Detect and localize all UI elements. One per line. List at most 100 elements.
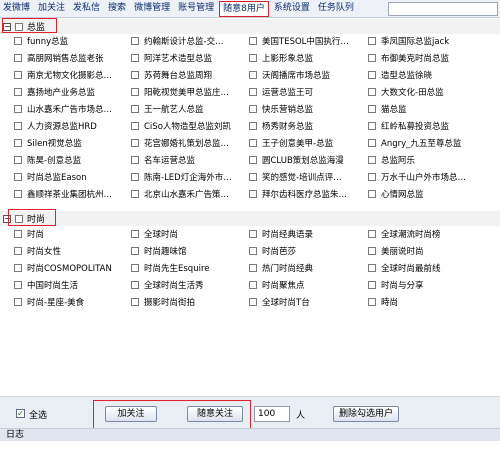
menu-task-queue[interactable]: 任务队列 — [315, 1, 357, 17]
list-item[interactable]: 人力资源总监HRD — [0, 117, 117, 134]
item-checkbox[interactable] — [131, 280, 139, 289]
menu-random-users[interactable]: 随意8用户 — [219, 0, 269, 17]
item-checkbox[interactable] — [14, 263, 22, 272]
item-checkbox[interactable] — [131, 53, 139, 62]
item-checkbox[interactable] — [249, 280, 257, 289]
item-checkbox[interactable] — [368, 121, 376, 130]
item-checkbox[interactable] — [249, 172, 257, 181]
list-item[interactable]: Angry_九五至尊总监 — [354, 134, 494, 151]
delete-selected-button[interactable]: 删除勾选用户 — [333, 406, 399, 422]
list-item[interactable]: CiSo人物造型总监刘凯 — [117, 117, 235, 134]
list-item[interactable]: 时尚 — [0, 225, 117, 242]
item-checkbox[interactable] — [249, 53, 257, 62]
item-checkbox[interactable] — [131, 104, 139, 113]
group-checkbox-fashion[interactable] — [15, 214, 23, 223]
item-checkbox[interactable] — [368, 155, 376, 164]
item-checkbox[interactable] — [368, 229, 376, 238]
list-item[interactable]: 全球潮流时尚榜 — [354, 225, 494, 242]
item-checkbox[interactable] — [14, 36, 22, 45]
collapse-icon[interactable]: − — [3, 22, 11, 31]
item-checkbox[interactable] — [131, 138, 139, 147]
menu-search-input[interactable] — [388, 1, 498, 16]
item-checkbox[interactable] — [368, 263, 376, 272]
list-item[interactable]: 快乐营销总监 — [235, 100, 354, 117]
list-item[interactable]: 嘉扬地产业务总监 — [0, 83, 117, 100]
item-checkbox[interactable] — [131, 36, 139, 45]
list-item[interactable]: 心情网总监 — [354, 185, 494, 202]
item-checkbox[interactable] — [368, 280, 376, 289]
item-checkbox[interactable] — [368, 246, 376, 255]
item-checkbox[interactable] — [14, 189, 22, 198]
item-checkbox[interactable] — [368, 172, 376, 181]
item-checkbox[interactable] — [368, 189, 376, 198]
list-item[interactable]: 约翰斯设计总监-交… — [117, 32, 235, 49]
list-item[interactable]: 时尚趣味馆 — [117, 242, 235, 259]
list-item[interactable]: 苏荷舞台总监周翔 — [117, 66, 235, 83]
list-item[interactable]: 时尚经典语录 — [235, 225, 354, 242]
list-item[interactable]: 王一航艺人总监 — [117, 100, 235, 117]
item-checkbox[interactable] — [249, 87, 257, 96]
list-item[interactable]: 美国TESOL中国执行… — [235, 32, 354, 49]
menu-account-manage[interactable]: 账号管理 — [175, 1, 217, 17]
item-checkbox[interactable] — [249, 155, 257, 164]
item-checkbox[interactable] — [131, 70, 139, 79]
list-item[interactable]: 时尚芭莎 — [235, 242, 354, 259]
list-item[interactable]: 全球时尚最前线 — [354, 259, 494, 276]
item-checkbox[interactable] — [14, 172, 22, 181]
menu-weibo-manage[interactable]: 微博管理 — [131, 1, 173, 17]
list-item[interactable]: 上影形象总监 — [235, 49, 354, 66]
list-item[interactable]: 陈昊-创意总监 — [0, 151, 117, 168]
list-item[interactable]: 运营总监王可 — [235, 83, 354, 100]
list-item[interactable]: 红岭私募投资总监 — [354, 117, 494, 134]
item-checkbox[interactable] — [131, 189, 139, 198]
list-item[interactable]: 时尚COSMOPOLITAN — [0, 259, 117, 276]
list-item[interactable]: 鑫顺祥茶业集团杭州… — [0, 185, 117, 202]
list-item[interactable]: 时尚与分享 — [354, 276, 494, 293]
list-item[interactable]: 猫总监 — [354, 100, 494, 117]
item-checkbox[interactable] — [368, 53, 376, 62]
item-checkbox[interactable] — [14, 70, 22, 79]
list-item[interactable]: 全球时尚 — [117, 225, 235, 242]
item-checkbox[interactable] — [14, 87, 22, 96]
list-item[interactable]: 高朋网销售总监老张 — [0, 49, 117, 66]
list-item[interactable]: Silen视觉总监 — [0, 134, 117, 151]
list-item[interactable]: 季凤国际总监jack — [354, 32, 494, 49]
item-checkbox[interactable] — [368, 138, 376, 147]
item-checkbox[interactable] — [131, 229, 139, 238]
list-item[interactable]: 王子创意美甲-总监 — [235, 134, 354, 151]
list-item[interactable]: 全球时尚生活秀 — [117, 276, 235, 293]
count-input[interactable]: 100 — [254, 406, 290, 422]
menu-settings[interactable]: 系统设置 — [271, 1, 313, 17]
list-item[interactable]: 全球时尚T台 — [235, 293, 354, 310]
list-item[interactable]: 时尚-星座-美食 — [0, 293, 117, 310]
menu-send-message[interactable]: 发私信 — [70, 1, 103, 17]
item-checkbox[interactable] — [368, 297, 376, 306]
list-item[interactable]: 万水千山户外市场总… — [354, 168, 494, 185]
menu-search[interactable]: 搜索 — [105, 1, 129, 17]
item-checkbox[interactable] — [131, 246, 139, 255]
follow-button[interactable]: 加关注 — [105, 406, 157, 422]
menu-post-weibo[interactable]: 发微博 — [0, 1, 33, 17]
item-checkbox[interactable] — [131, 263, 139, 272]
list-item[interactable]: 時尚 — [354, 293, 494, 310]
item-checkbox[interactable] — [249, 229, 257, 238]
item-checkbox[interactable] — [14, 280, 22, 289]
item-checkbox[interactable] — [249, 189, 257, 198]
list-item[interactable]: 花宫娜婚礼策划总监… — [117, 134, 235, 151]
item-checkbox[interactable] — [131, 87, 139, 96]
list-item[interactable]: funny总监 — [0, 32, 117, 49]
item-checkbox[interactable] — [249, 104, 257, 113]
list-item[interactable]: 阳乾视觉美甲总监庄… — [117, 83, 235, 100]
item-checkbox[interactable] — [249, 36, 257, 45]
list-item[interactable]: 杨秀财务总监 — [235, 117, 354, 134]
list-item[interactable]: 陈南-LED灯企海外市… — [117, 168, 235, 185]
menu-follow[interactable]: 加关注 — [35, 1, 68, 17]
item-checkbox[interactable] — [368, 70, 376, 79]
item-checkbox[interactable] — [249, 70, 257, 79]
item-checkbox[interactable] — [14, 53, 22, 62]
list-item[interactable]: 美丽说时尚 — [354, 242, 494, 259]
list-item[interactable]: 拜尔齿科医疗总监朱… — [235, 185, 354, 202]
item-checkbox[interactable] — [131, 121, 139, 130]
item-checkbox[interactable] — [131, 297, 139, 306]
list-item[interactable]: 摄影时尚街拍 — [117, 293, 235, 310]
